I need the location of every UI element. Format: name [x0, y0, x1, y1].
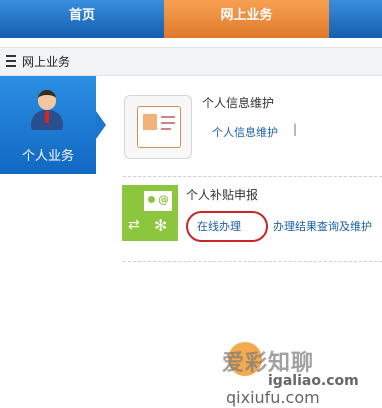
- sidebar-item-personal-business[interactable]: 个人业务: [0, 76, 96, 174]
- personal-info-title: 个人信息维护: [202, 96, 275, 110]
- snowflake-icon: ✻: [154, 216, 168, 235]
- watermark-bottom-url: qixiufu.com: [226, 388, 320, 407]
- subsidy-application-icon[interactable]: @ ⇄ ✻: [122, 185, 178, 241]
- top-navigation: 首页 网上业务: [0, 0, 382, 38]
- subsidy-application-title: 个人补贴申报: [186, 188, 259, 202]
- link-separator: |: [293, 122, 298, 136]
- user-avatar-icon: [28, 90, 66, 130]
- divider: [123, 176, 382, 177]
- sidebar-item-label: 个人业务: [21, 149, 74, 164]
- result-query-link[interactable]: 办理结果查询及维护: [273, 218, 372, 234]
- divider: [123, 261, 382, 262]
- tab-more[interactable]: [329, 0, 382, 38]
- tab-home[interactable]: 首页: [0, 0, 164, 38]
- exchange-arrows-icon: ⇄: [128, 217, 140, 233]
- section-title: 网上业务: [22, 55, 71, 69]
- tab-online-business[interactable]: 网上业务: [164, 0, 329, 38]
- personal-info-maintain-link[interactable]: 个人信息维护: [212, 124, 278, 140]
- list-icon: [6, 55, 16, 67]
- online-handle-link[interactable]: 在线办理: [197, 218, 241, 234]
- sidebar-active-arrow: [96, 111, 106, 139]
- section-header: 网上业务: [0, 47, 382, 76]
- personal-card-icon[interactable]: [124, 95, 192, 159]
- watermark-url: igaliao.com: [268, 373, 359, 389]
